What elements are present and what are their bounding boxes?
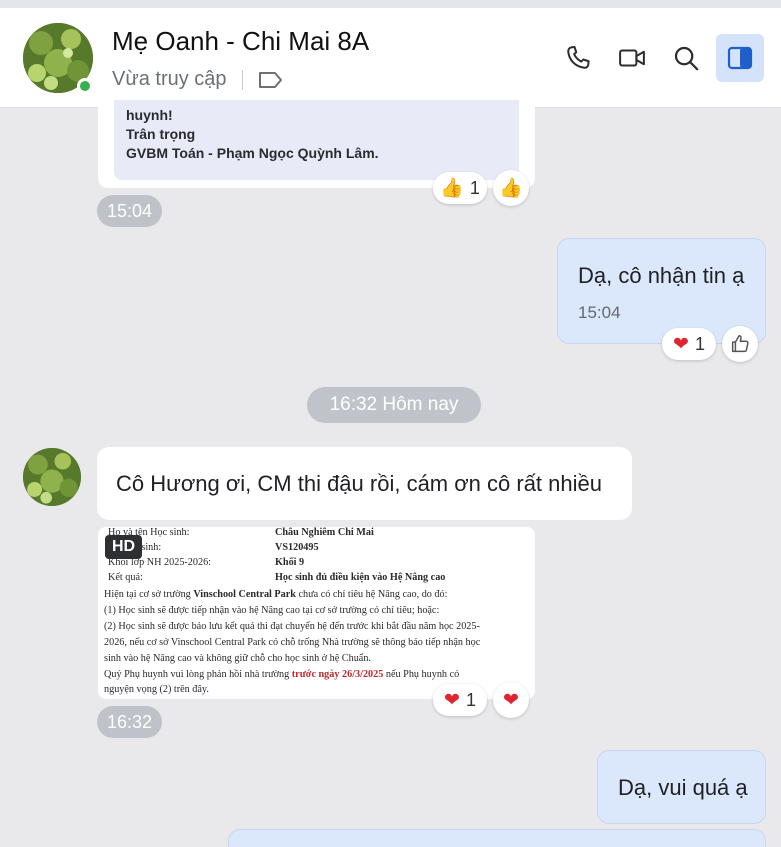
card-line: Trân trọng <box>126 126 196 142</box>
sender-avatar[interactable] <box>23 448 81 506</box>
chat-title: Mẹ Oanh - Chi Mai 8A <box>112 26 370 56</box>
doc-line: nguyện vọng (2) trên đây. <box>104 684 209 695</box>
doc-line: (2) Học sinh sẽ được bảo lưu kết quả thi… <box>104 621 480 632</box>
quoted-content: huynh! Trân trọng GVBM Toán - Phạm Ngọc … <box>114 100 519 180</box>
heart-icon: ❤ <box>444 689 460 711</box>
card-line: GVBM Toán - Phạm Ngọc Quỳnh Lâm. <box>126 145 379 161</box>
add-reaction-button[interactable]: 👍 <box>493 170 529 206</box>
reaction-count: 1 <box>694 333 705 354</box>
reaction-count: 1 <box>465 689 476 710</box>
tag-icon[interactable] <box>258 70 284 90</box>
presence-status: Vừa truy cập <box>112 68 227 90</box>
hd-badge: HD <box>105 535 142 559</box>
side-panel-icon <box>727 46 753 70</box>
side-panel-toggle-button[interactable] <box>716 34 764 82</box>
phone-icon[interactable] <box>563 43 593 73</box>
doc-line: (1) Học sinh sẽ được tiếp nhận vào hệ Nâ… <box>104 605 440 616</box>
message-text: Dạ, cô nhận tin ạ <box>578 263 745 288</box>
thumbs-up-outline-icon <box>731 335 749 353</box>
card-line: huynh! <box>126 107 173 123</box>
online-status-dot <box>77 78 93 94</box>
chat-header: Mẹ Oanh - Chi Mai 8A Vừa truy cập <box>0 8 781 108</box>
message-time: 15:04 <box>578 303 621 322</box>
outgoing-message[interactable]: Dạ, vui quá ạ <box>597 750 766 824</box>
reaction-count: 1 <box>469 177 480 198</box>
doc-line: 2026, nếu cơ sở Vinschool Central Park c… <box>104 637 481 648</box>
thumbs-up-icon: 👍 <box>440 177 464 199</box>
image-attachment[interactable]: Họ và tên Học sinh:Châu Nghiêm Chi Mai M… <box>98 527 535 699</box>
message-text: Cô Hương ơi, CM thi đậu rồi, cám ơn cô r… <box>116 471 602 496</box>
doc-line: Hiện tại cơ sở trường Vinschool Central … <box>104 589 448 600</box>
message-text: Dạ, vui quá ạ <box>618 775 748 800</box>
window-top-strip <box>0 0 781 8</box>
search-icon[interactable] <box>671 43 701 73</box>
date-separator: 16:32 Hôm nay <box>307 387 481 423</box>
add-reaction-button[interactable]: ❤ <box>493 682 529 718</box>
reaction-summary[interactable]: 👍 1 <box>433 172 487 204</box>
thumbs-up-icon: 👍 <box>499 177 523 199</box>
incoming-message[interactable]: Cô Hương ơi, CM thi đậu rồi, cám ơn cô r… <box>97 447 632 520</box>
message-time: 16:32 <box>97 706 162 738</box>
divider <box>242 70 243 90</box>
heart-icon: ❤ <box>673 333 689 355</box>
video-call-icon[interactable] <box>617 43 647 73</box>
outgoing-message-partial[interactable] <box>228 829 766 847</box>
heart-icon: ❤ <box>503 689 519 711</box>
reaction-summary[interactable]: ❤ 1 <box>433 684 487 716</box>
reaction-summary[interactable]: ❤ 1 <box>662 328 716 360</box>
doc-line: Quý Phụ huynh vui lòng phản hồi nhà trườ… <box>104 669 460 680</box>
message-time: 15:04 <box>97 195 162 227</box>
add-reaction-button[interactable] <box>722 326 758 362</box>
doc-line: sinh vào hệ Nâng cao và không giữ chỗ ch… <box>104 653 371 664</box>
